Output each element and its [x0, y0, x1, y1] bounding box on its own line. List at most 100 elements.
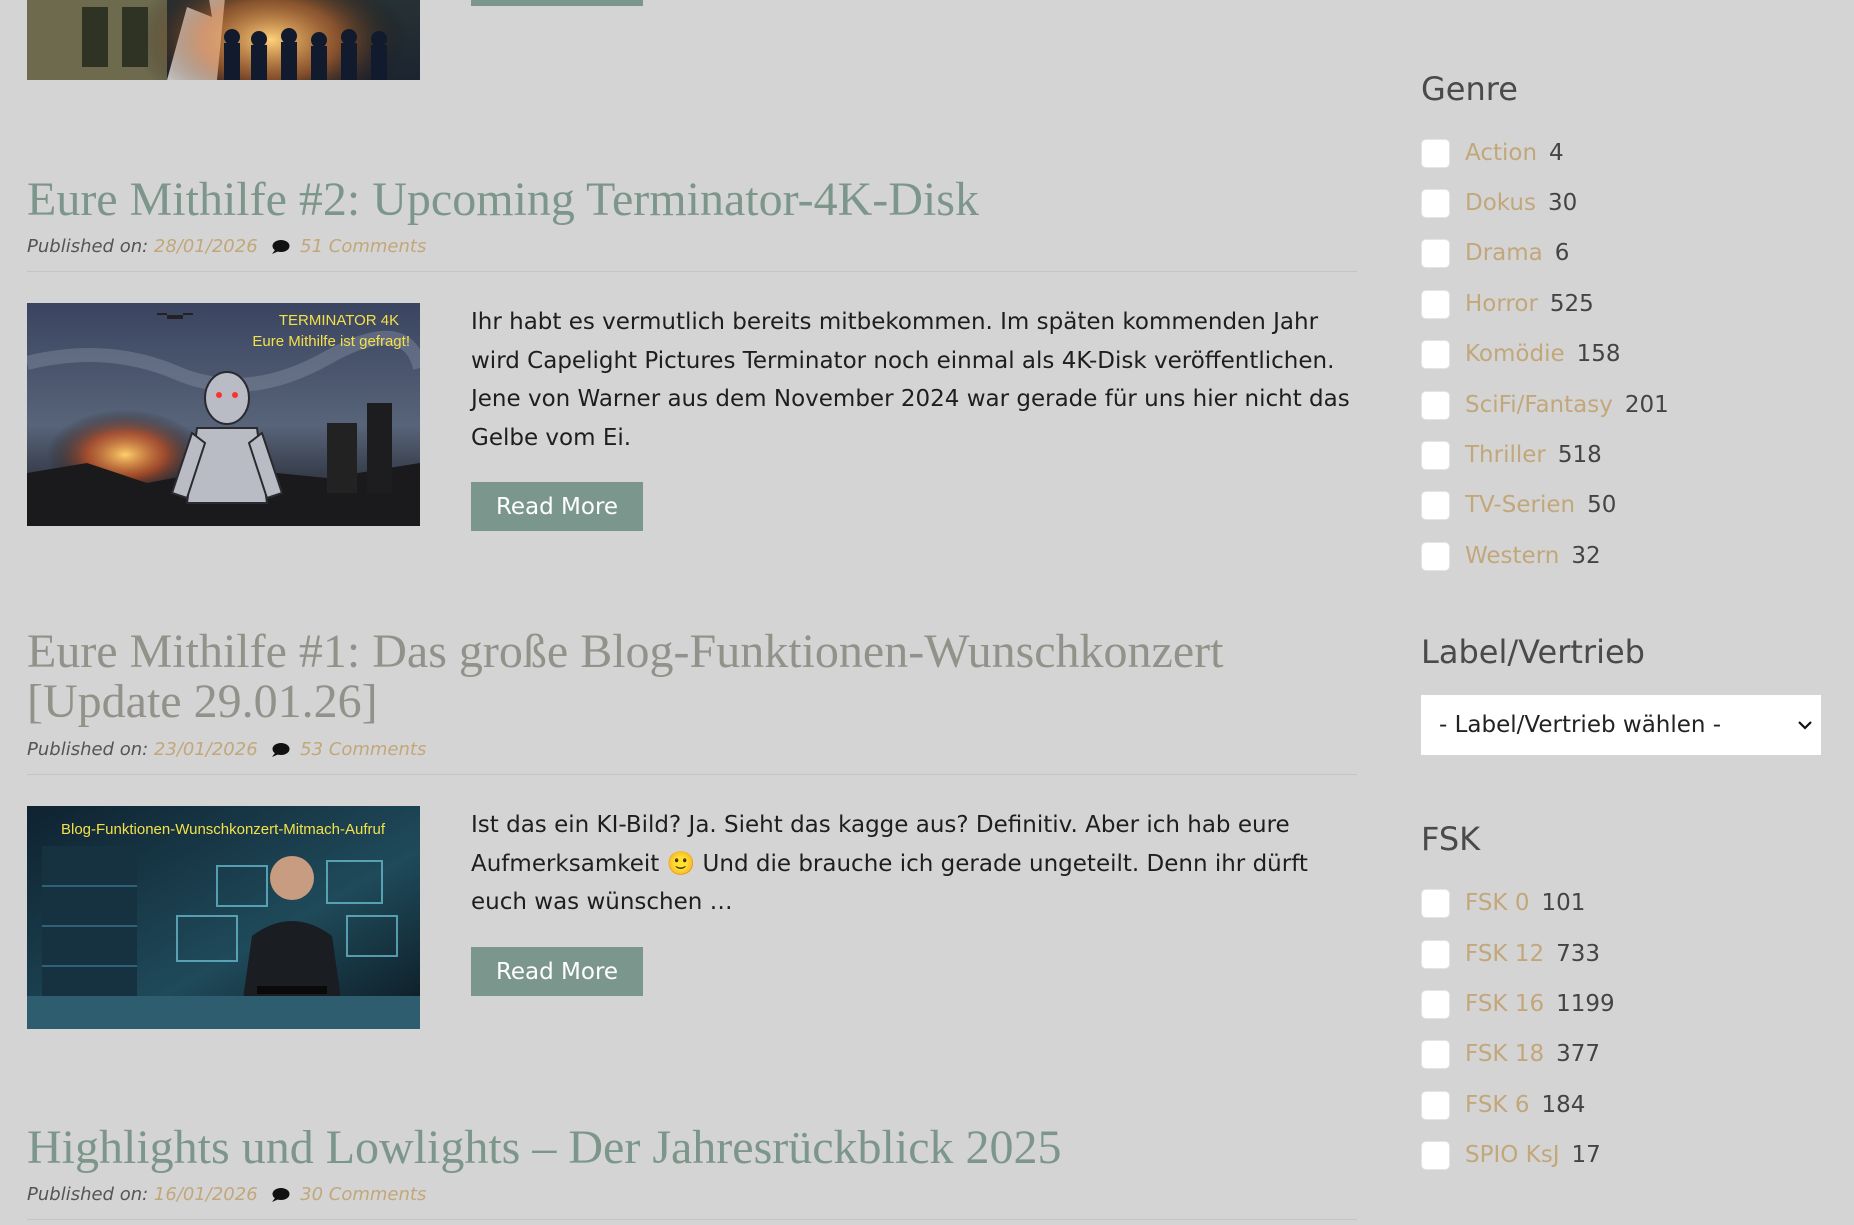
divider [27, 1219, 1357, 1220]
genre-label[interactable]: Action [1465, 140, 1537, 166]
fsk-checkbox[interactable] [1421, 1090, 1450, 1120]
genre-checkbox[interactable] [1421, 188, 1450, 218]
published-label: Published on: [27, 236, 149, 257]
fsk-label[interactable]: FSK 0 [1465, 890, 1529, 916]
fsk-label[interactable]: SPIO KsJ [1465, 1142, 1560, 1168]
genre-count: 525 [1549, 291, 1594, 317]
genre-widget-title: Genre [1421, 70, 1518, 108]
genre-checkbox[interactable] [1421, 440, 1450, 470]
label-select-value: - Label/Vertrieb wählen - [1439, 712, 1722, 738]
genre-label[interactable]: Dokus [1465, 190, 1536, 216]
fsk-filter-item[interactable]: FSK 6 184 [1421, 1089, 1585, 1121]
genre-label[interactable]: Horror [1465, 291, 1538, 317]
terminator-image: TERMINATOR 4K Eure Mithilfe ist gefragt! [27, 303, 420, 526]
comment-bubble-icon [272, 240, 290, 254]
post-thumbnail[interactable]: Blog-Funktionen-Wunschkonzert-Mitmach-Au… [27, 806, 420, 1029]
label-select[interactable]: - Label/Vertrieb wählen - [1421, 695, 1821, 755]
fsk-filter-item[interactable]: FSK 0 101 [1421, 887, 1585, 919]
genre-checkbox[interactable] [1421, 138, 1450, 168]
fsk-checkbox[interactable] [1421, 888, 1450, 918]
post-thumbnail[interactable]: TERMINATOR 4K Eure Mithilfe ist gefragt! [27, 303, 420, 526]
post-title[interactable]: Highlights und Lowlights – Der Jahresrüc… [27, 1123, 1062, 1173]
fsk-count: 184 [1541, 1092, 1586, 1118]
fsk-count: 377 [1556, 1041, 1600, 1067]
genre-checkbox[interactable] [1421, 541, 1450, 571]
comment-bubble-icon [272, 1188, 290, 1202]
genre-count: 201 [1624, 392, 1669, 418]
genre-checkbox[interactable] [1421, 390, 1450, 420]
post-title[interactable]: Eure Mithilfe #2: Upcoming Terminator-4K… [27, 175, 979, 225]
comment-bubble-icon [272, 743, 290, 757]
post-meta: Published on: 16/01/2026 30 Comments [27, 1184, 426, 1205]
post-date-link[interactable]: 23/01/2026 [154, 739, 258, 760]
genre-count: 158 [1576, 341, 1621, 367]
fsk-filter-item[interactable]: FSK 16 1199 [1421, 988, 1615, 1020]
genre-filter-item[interactable]: Dokus 30 [1421, 187, 1577, 219]
chevron-down-icon [1798, 721, 1812, 730]
genre-count: 30 [1547, 190, 1578, 216]
genre-filter-item[interactable]: Action 4 [1421, 137, 1564, 169]
genre-filter-item[interactable]: Western 32 [1421, 540, 1601, 572]
fsk-checkbox[interactable] [1421, 939, 1450, 969]
genre-checkbox[interactable] [1421, 339, 1450, 369]
read-more-button-previous[interactable] [471, 0, 643, 6]
post-thumbnail-previous[interactable] [27, 0, 420, 80]
divider [27, 271, 1357, 272]
fsk-count: 101 [1541, 890, 1586, 916]
fsk-checkbox[interactable] [1421, 1039, 1450, 1069]
genre-checkbox[interactable] [1421, 238, 1450, 268]
post-excerpt: Ist das ein KI-Bild? Ja. Sieht das kagge… [471, 806, 1361, 922]
genre-filter-item[interactable]: Thriller 518 [1421, 439, 1602, 471]
fsk-count: 17 [1571, 1142, 1601, 1168]
post-meta: Published on: 23/01/2026 53 Comments [27, 739, 426, 760]
fsk-label[interactable]: FSK 18 [1465, 1041, 1544, 1067]
fsk-count: 1199 [1556, 991, 1615, 1017]
genre-checkbox[interactable] [1421, 289, 1450, 319]
genre-count: 4 [1549, 140, 1564, 166]
fsk-filter-item[interactable]: FSK 12 733 [1421, 938, 1600, 970]
genre-label[interactable]: Thriller [1465, 442, 1546, 468]
man-at-desk-image: Blog-Funktionen-Wunschkonzert-Mitmach-Au… [27, 806, 420, 1029]
comments-link[interactable]: 30 Comments [300, 1184, 426, 1205]
genre-label[interactable]: Western [1465, 543, 1559, 569]
genre-filter-item[interactable]: TV-Serien 50 [1421, 489, 1616, 521]
genre-filter-item[interactable]: Komödie 158 [1421, 338, 1621, 370]
fsk-checkbox[interactable] [1421, 989, 1450, 1019]
fsk-filter-item[interactable]: SPIO KsJ 17 [1421, 1139, 1601, 1171]
post-date-link[interactable]: 28/01/2026 [154, 236, 258, 257]
genre-filter-item[interactable]: Drama 6 [1421, 237, 1569, 269]
genre-count: 6 [1554, 240, 1570, 266]
genre-filter-item[interactable]: Horror 525 [1421, 288, 1594, 320]
read-more-button[interactable]: Read More [471, 482, 643, 531]
post-date-link[interactable]: 16/01/2026 [154, 1184, 258, 1205]
published-label: Published on: [27, 739, 149, 760]
thumb-caption: Blog-Funktionen-Wunschkonzert-Mitmach-Au… [61, 821, 386, 838]
genre-label[interactable]: SciFi/Fantasy [1465, 392, 1613, 418]
read-more-button[interactable]: Read More [471, 947, 643, 996]
thumb-caption: Eure Mithilfe ist gefragt! [252, 333, 410, 350]
genre-count: 518 [1557, 442, 1602, 468]
comments-link[interactable]: 53 Comments [300, 739, 426, 760]
post-excerpt: Ihr habt es vermutlich bereits mitbekomm… [471, 309, 1350, 451]
soldiers-fire-image [27, 0, 420, 80]
genre-label[interactable]: Komödie [1465, 341, 1565, 367]
genre-label[interactable]: Drama [1465, 240, 1543, 266]
genre-count: 50 [1587, 492, 1617, 518]
label-widget-title: Label/Vertrieb [1421, 633, 1645, 671]
fsk-label[interactable]: FSK 12 [1465, 941, 1544, 967]
post-title[interactable]: Eure Mithilfe #1: Das große Blog-Funktio… [27, 627, 1357, 727]
fsk-checkbox[interactable] [1421, 1140, 1450, 1170]
post-meta: Published on: 28/01/2026 51 Comments [27, 236, 426, 257]
fsk-label[interactable]: FSK 16 [1465, 991, 1544, 1017]
thumb-caption: TERMINATOR 4K [279, 312, 399, 329]
genre-count: 32 [1571, 543, 1601, 569]
genre-checkbox[interactable] [1421, 490, 1450, 520]
fsk-label[interactable]: FSK 6 [1465, 1092, 1529, 1118]
fsk-filter-item[interactable]: FSK 18 377 [1421, 1038, 1600, 1070]
genre-label[interactable]: TV-Serien [1465, 492, 1575, 518]
fsk-count: 733 [1556, 941, 1600, 967]
comments-link[interactable]: 51 Comments [300, 236, 426, 257]
genre-filter-item[interactable]: SciFi/Fantasy 201 [1421, 389, 1669, 421]
fsk-widget-title: FSK [1421, 820, 1481, 858]
published-label: Published on: [27, 1184, 149, 1205]
